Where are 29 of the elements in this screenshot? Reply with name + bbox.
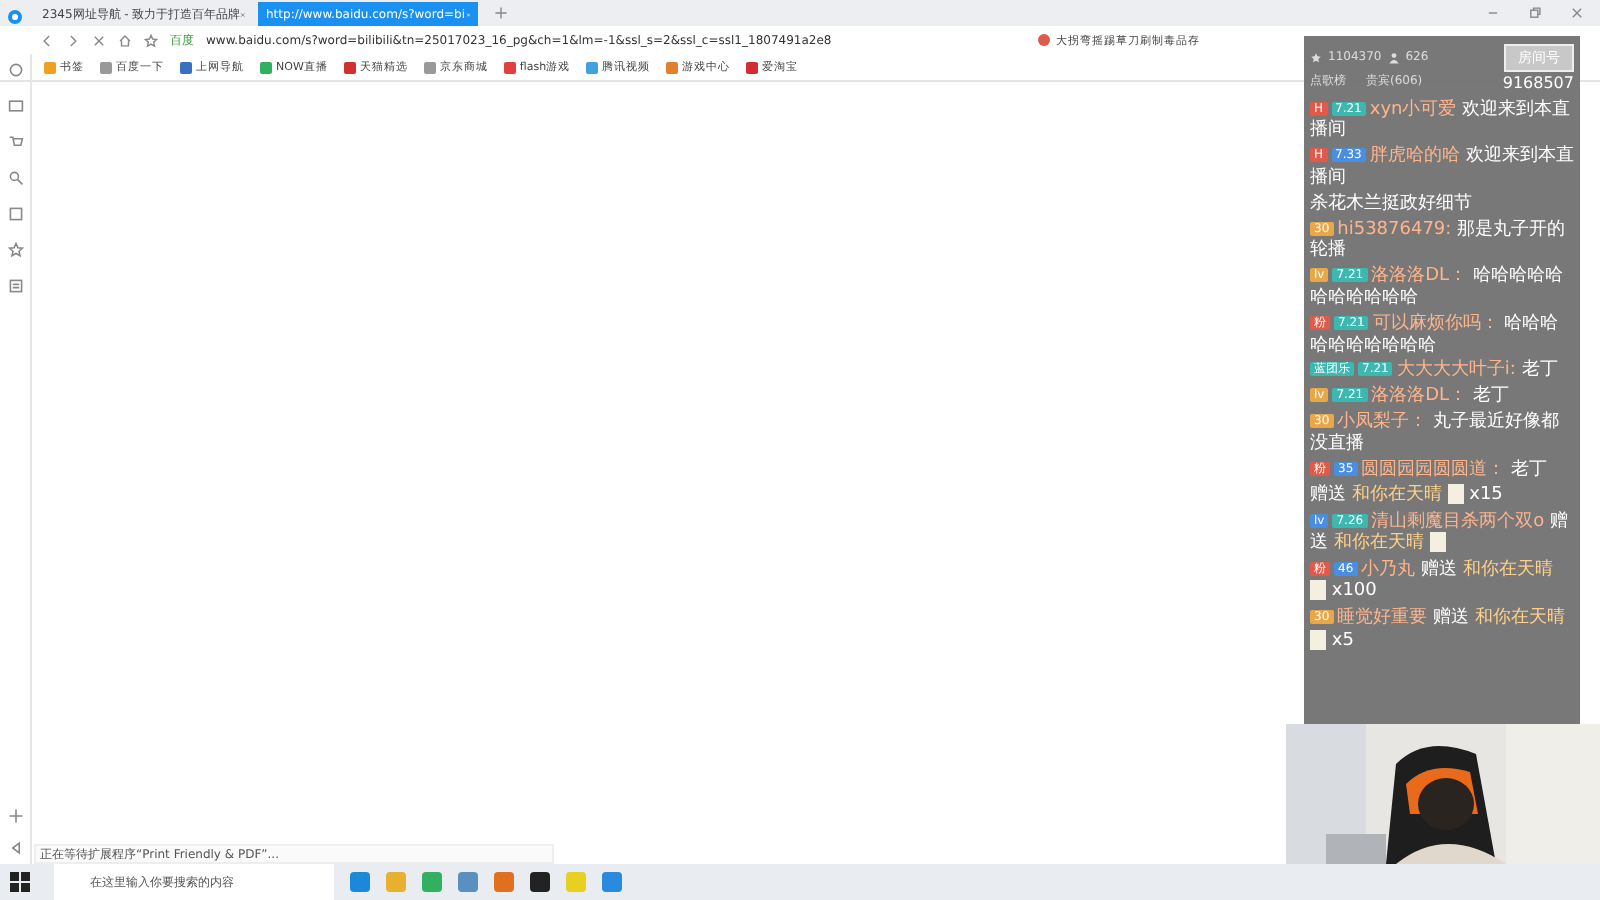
gift-icon	[1310, 629, 1326, 650]
add-icon[interactable]	[494, 6, 508, 20]
star-icon[interactable]	[144, 33, 158, 47]
restore-icon[interactable]	[1528, 6, 1542, 20]
home-icon[interactable]	[118, 33, 132, 47]
close-icon[interactable]	[1570, 6, 1584, 20]
minimize-icon[interactable]	[1486, 6, 1500, 20]
room-number: 9168507	[1502, 74, 1574, 94]
person-icon	[1387, 52, 1400, 64]
star-icon	[1310, 52, 1322, 64]
chat-message: 杀花木兰挺政好细节	[1310, 193, 1474, 216]
add-icon[interactable]	[7, 808, 23, 824]
chat-message: 赠送 和你在天晴 x15	[1310, 484, 1505, 508]
gift-icon	[1447, 484, 1464, 505]
windows-start-icon[interactable]	[10, 872, 30, 892]
search-icon[interactable]	[7, 170, 23, 186]
chat-icon[interactable]	[7, 62, 23, 78]
gift-icon	[1310, 580, 1326, 601]
forward-icon[interactable]	[66, 33, 80, 47]
list-icon[interactable]	[7, 278, 23, 294]
collapse-icon[interactable]	[7, 840, 23, 856]
gift-icon	[1429, 532, 1446, 553]
close-icon[interactable]	[92, 33, 106, 47]
cart-icon[interactable]	[7, 134, 23, 150]
card-icon[interactable]	[7, 98, 23, 114]
back-icon[interactable]	[40, 33, 54, 47]
star-icon[interactable]	[7, 242, 23, 258]
browser-logo-icon	[8, 10, 22, 24]
taskbar-app-icon[interactable]	[530, 872, 550, 892]
